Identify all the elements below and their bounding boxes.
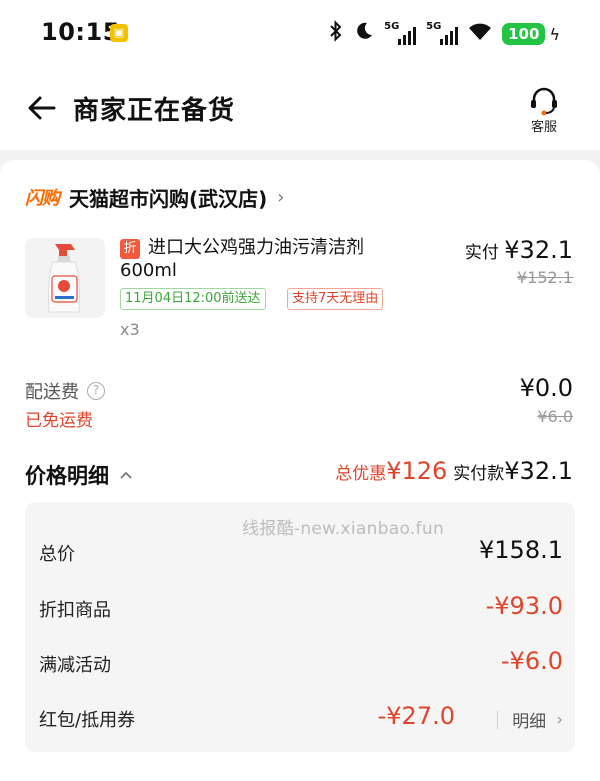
price-summary: 总优惠 ¥126 实付款 ¥32.1 [335, 457, 573, 485]
customer-service-label: 客服 [530, 120, 557, 135]
shipping-fee-label: 配送费 ? [25, 378, 105, 404]
status-icons: 5G 5G 100 ϟ [328, 19, 560, 49]
price-detail-title: 价格明细 [25, 464, 109, 488]
divider [497, 710, 499, 729]
status-time: 10:15 [41, 18, 120, 46]
shipping-label-text: 配送费 [25, 382, 79, 403]
battery-level: 100 [502, 23, 546, 45]
chevron-right-icon: › [556, 709, 563, 730]
product-title[interactable]: 进口大公鸡强力油污清洁剂 600ml [120, 236, 453, 282]
product-title-line2: 600ml [120, 260, 177, 281]
shipping-price: ¥0.0 [519, 374, 573, 402]
total-paid-amount: ¥32.1 [504, 457, 573, 485]
spray-bottle-icon [25, 238, 105, 318]
price-detail-toggle[interactable]: 价格明细 [25, 460, 133, 490]
paid-amount: ¥32.1 [504, 236, 573, 264]
breakdown-row-total: 总价 ¥158.1 [39, 536, 563, 568]
product-paid-price: 实付 ¥32.1 [465, 236, 573, 264]
chevron-right-icon: › [277, 186, 285, 208]
breakdown-value: -¥93.0 [485, 592, 563, 620]
breakdown-value: ¥158.1 [479, 536, 563, 564]
breakdown-value: -¥27.0 [377, 702, 455, 730]
chevron-up-icon [120, 471, 132, 479]
breakdown-label: 总价 [39, 544, 75, 565]
notification-app-icon: ▣ [110, 24, 128, 42]
breakdown-value: -¥6.0 [500, 647, 563, 675]
coupon-detail-link[interactable]: 明细 › [497, 707, 563, 732]
shipping-original-price: ¥6.0 [537, 407, 573, 426]
breakdown-row-discount-items: 折扣商品 -¥93.0 [39, 592, 563, 624]
bluetooth-icon [328, 19, 344, 49]
order-card: 闪购 天猫超市闪购(武汉店) › 折 进口大公鸡强力油污清洁剂 600ml 11… [0, 160, 600, 781]
header-bar: 商家正在备货 客服 [0, 70, 600, 150]
customer-service-button[interactable]: 客服 [515, 82, 573, 140]
total-paid-label: 实付款 [453, 464, 505, 484]
product-image[interactable] [25, 238, 105, 318]
return-policy-tag: 支持7天无理由 [287, 288, 384, 310]
cellular-signal-icon: 5G [384, 21, 417, 47]
product-original-price: ¥152.1 [517, 268, 573, 287]
breakdown-label: 折扣商品 [39, 600, 111, 621]
shangou-logo: 闪购 [25, 188, 60, 209]
back-arrow-icon[interactable] [25, 91, 59, 125]
breakdown-row-coupons: 红包/抵用券 -¥27.0 明细 › [39, 702, 563, 734]
paid-label: 实付 [464, 243, 499, 263]
total-discount-label: 总优惠 [335, 464, 387, 484]
page-title: 商家正在备货 [73, 96, 236, 126]
delivery-time-tag: 11月04日12:00前送达 [120, 288, 266, 310]
network-type-label-2: 5G [426, 21, 442, 32]
wifi-icon [468, 20, 492, 48]
breakdown-label: 满减活动 [39, 655, 111, 676]
headset-icon [531, 87, 557, 116]
cellular-signal-icon-2: 5G [426, 21, 459, 47]
product-title-line1: 进口大公鸡强力油污清洁剂 [148, 237, 364, 258]
discount-badge: 折 [120, 239, 140, 259]
price-breakdown-panel: 总价 ¥158.1 折扣商品 -¥93.0 满减活动 -¥6.0 红包/抵用券 … [25, 502, 575, 752]
breakdown-row-full-reduction: 满减活动 -¥6.0 [39, 647, 563, 679]
charging-bolt-icon: ϟ [549, 24, 560, 44]
network-type-label: 5G [384, 21, 400, 32]
free-shipping-text: 已免运费 [25, 411, 93, 431]
product-quantity: x3 [120, 320, 140, 339]
help-icon[interactable]: ? [87, 382, 105, 400]
total-discount-amount: ¥126 [386, 457, 448, 485]
do-not-disturb-moon-icon [354, 20, 374, 48]
coupon-detail-label: 明细 [512, 712, 547, 732]
store-name: 天猫超市闪购(武汉店) [69, 186, 268, 211]
breakdown-label: 红包/抵用券 [39, 710, 136, 731]
store-link[interactable]: 闪购 天猫超市闪购(武汉店) › [25, 182, 284, 212]
watermark: 线报酷-new.xianbao.fun [242, 519, 445, 539]
status-bar: 10:15 ▣ 5G 5G 100 ϟ [0, 0, 600, 70]
